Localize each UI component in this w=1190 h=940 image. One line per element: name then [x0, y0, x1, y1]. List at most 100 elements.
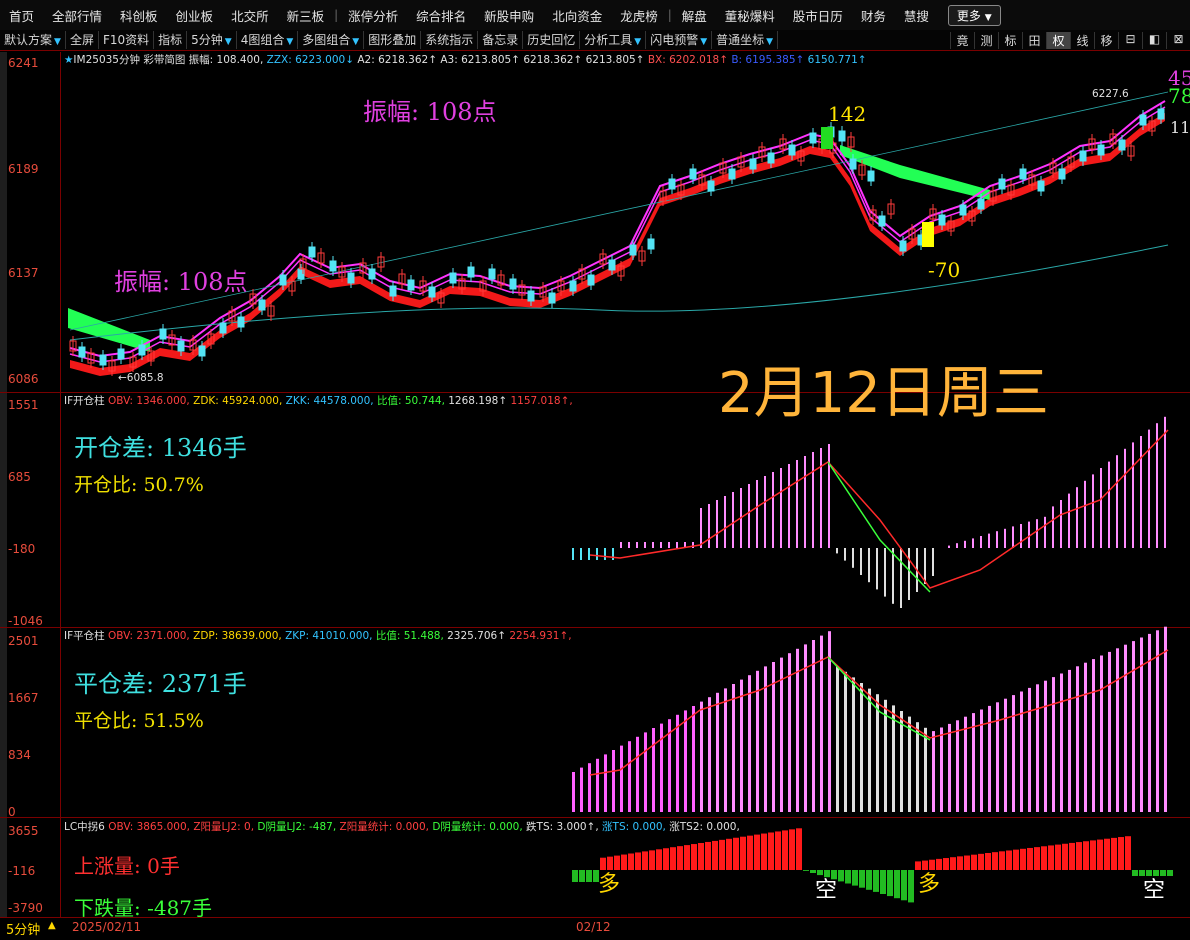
- close-bar: [1044, 680, 1047, 812]
- open-bar: [1116, 455, 1118, 548]
- candle-body: [767, 152, 775, 164]
- lc-obv: OBV: 3865.000,: [108, 821, 191, 833]
- period-arrow-icon[interactable]: ▲: [48, 920, 56, 931]
- lc-zyl: Z阳量LJ2: 0,: [193, 821, 255, 833]
- lc-bar: [1041, 846, 1047, 870]
- candle-body: [117, 348, 125, 360]
- candle-body: [838, 130, 846, 142]
- open-bar: [1076, 487, 1078, 548]
- date-banner: 2月12日周三: [718, 361, 1049, 426]
- open-ma-line: [589, 429, 1169, 589]
- candle-body: [587, 274, 595, 286]
- candle-body: [198, 345, 206, 357]
- open-bar: [956, 543, 958, 548]
- lc-bar: [1062, 843, 1068, 870]
- open-bar: [1052, 506, 1054, 548]
- close-bar: [820, 635, 823, 812]
- lc-bar: [789, 829, 795, 870]
- close-diff-label: 平仓差: 2371手: [74, 670, 247, 698]
- close-bar: [860, 683, 863, 812]
- close-bar: [1068, 669, 1071, 812]
- lc-bar: [782, 830, 788, 870]
- candle-body: [428, 286, 436, 298]
- trough-label: -70: [928, 258, 961, 282]
- open-bar: [876, 548, 878, 590]
- close-bar: [924, 727, 927, 812]
- close-bar: [1084, 662, 1087, 812]
- candle-body: [329, 260, 337, 272]
- open-bar: [652, 542, 654, 548]
- amplitude-annotation-top: 振幅: 108点: [363, 98, 497, 126]
- period-selector[interactable]: 5分钟: [6, 919, 40, 938]
- close-ratio-label: 平仓比: 51.5%: [74, 710, 204, 732]
- close-bar: [1076, 666, 1079, 812]
- open-bar: [948, 545, 950, 548]
- candle-body: [647, 238, 655, 250]
- lc-bar: [1104, 838, 1110, 870]
- open-bar: [708, 504, 710, 548]
- open-bar: [636, 542, 638, 548]
- lc-bar: [873, 870, 879, 892]
- candle-body: [159, 328, 167, 340]
- close-panel-legend: IF平仓柱 OBV: 2371.000, ZDP: 38639.000, ZKP…: [64, 628, 572, 643]
- lc-bar: [572, 870, 578, 882]
- close-bar: [1100, 655, 1103, 812]
- close-bar: [1140, 637, 1143, 812]
- candle-body: [308, 246, 316, 258]
- lc-bar: [852, 870, 858, 886]
- candle-body: [899, 240, 907, 252]
- lc-bar: [999, 851, 1005, 870]
- close-bar: [660, 723, 663, 812]
- open-bar: [972, 538, 974, 548]
- open-bar: [884, 548, 886, 597]
- lc-bar: [726, 838, 732, 870]
- lc-bar: [1097, 839, 1103, 870]
- lc-bar: [775, 831, 781, 870]
- open-bar: [1084, 480, 1086, 548]
- lc-bar: [747, 835, 753, 870]
- lc-bar: [887, 870, 893, 897]
- open-bar: [1004, 528, 1006, 548]
- lc-bar: [754, 834, 760, 870]
- close-bar: [604, 754, 607, 812]
- open-panel-legend: IF开仓柱 OBV: 1346.000, ZDK: 45924.000, ZKK…: [64, 393, 573, 408]
- open-v2: 1157.018↑,: [510, 395, 573, 407]
- close-bar: [1164, 626, 1167, 812]
- lc-bar: [901, 870, 907, 901]
- amplitude-annotation-left: 振幅: 108点: [114, 268, 248, 296]
- open-bar: [1100, 468, 1102, 548]
- close-bar: [588, 763, 591, 812]
- close-obv: OBV: 2371.000,: [107, 630, 190, 642]
- candle-body: [488, 268, 496, 280]
- lc-bar: [691, 844, 697, 870]
- close-v2: 2254.931↑,: [509, 630, 572, 642]
- open-bar: [996, 531, 998, 548]
- open-bar: [868, 548, 870, 583]
- close-bar: [900, 711, 903, 812]
- lc-bar: [1013, 849, 1019, 870]
- candle-body: [1079, 150, 1087, 162]
- open-bar: [572, 548, 574, 560]
- close-bar: [1036, 684, 1039, 812]
- open-bar: [748, 484, 750, 548]
- close-bar: [908, 716, 911, 812]
- open-bar: [1044, 516, 1046, 548]
- close-bar: [996, 702, 999, 812]
- lc-bar: [1020, 848, 1026, 870]
- open-bar: [860, 548, 862, 575]
- lc-bar: [880, 870, 886, 894]
- open-bar: [644, 542, 646, 548]
- open-bar: [716, 500, 718, 548]
- lc-bar: [579, 870, 585, 882]
- close-bar: [572, 772, 575, 812]
- close-bar: [1092, 659, 1095, 812]
- open-bar: [1068, 493, 1070, 548]
- lc-bar: [656, 849, 662, 870]
- open-bar: [932, 548, 934, 576]
- candle-body: [728, 168, 736, 180]
- lc-bar: [719, 839, 725, 870]
- close-bar: [628, 741, 631, 812]
- open-bar: [852, 548, 854, 568]
- close-bar: [732, 684, 735, 812]
- candle-body: [689, 168, 697, 180]
